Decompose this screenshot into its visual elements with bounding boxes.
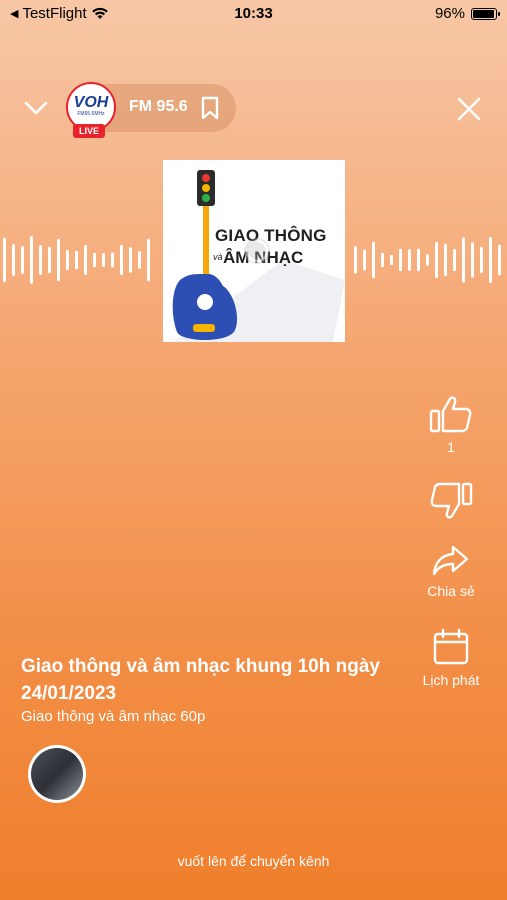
- schedule-label: Lịch phát: [422, 672, 480, 688]
- avatar-image: [31, 748, 83, 800]
- swipe-hint: vuốt lên để chuyển kênh: [177, 853, 330, 869]
- bookmark-icon[interactable]: [200, 96, 220, 120]
- waveform-bar: [48, 246, 51, 274]
- waveform-bar: [471, 242, 474, 278]
- waveform-bar: [102, 253, 105, 267]
- waveform-bar: [462, 237, 465, 283]
- calendar-icon: [433, 628, 469, 665]
- share-arrow-icon: [432, 545, 469, 576]
- battery-percent: 96%: [434, 5, 465, 22]
- thumbs-up-icon: [429, 396, 472, 433]
- clock: 10:33: [234, 5, 273, 22]
- like-count: 1: [447, 439, 455, 455]
- waveform-bar: [498, 244, 501, 276]
- logo-text: VOH: [73, 94, 109, 111]
- waveform-bar: [381, 252, 384, 268]
- live-badge: LIVE: [73, 124, 105, 138]
- host-avatar[interactable]: [28, 745, 86, 803]
- waveform-bar: [480, 246, 483, 274]
- waveform-bar: [66, 249, 69, 271]
- waveform-bar: [75, 250, 78, 270]
- waveform-bar: [21, 246, 24, 274]
- waveform-bar: [390, 254, 393, 266]
- waveform-bar: [363, 249, 366, 271]
- waveform-bar: [3, 237, 6, 283]
- waveform-bar: [426, 254, 429, 266]
- waveform-bar: [129, 247, 132, 273]
- waveform-bar: [372, 241, 375, 279]
- cover-title-connector: và: [213, 252, 223, 262]
- waveform-bar: [57, 238, 60, 282]
- battery-level: [473, 9, 495, 18]
- waveform-bar: [408, 249, 411, 271]
- program-title: Giao thông và âm nhạc khung 10h ngày 24/…: [21, 656, 380, 704]
- waveform-bar: [84, 244, 87, 276]
- like-button[interactable]: 1: [411, 395, 491, 455]
- loading-spinner-icon: [244, 238, 270, 264]
- close-icon[interactable]: [455, 95, 483, 123]
- battery-icon: [471, 7, 500, 20]
- chevron-down-icon[interactable]: [22, 96, 50, 120]
- thumbs-down-icon: [430, 482, 473, 519]
- waveform-bar: [39, 245, 42, 275]
- share-label: Chia sẻ: [427, 583, 475, 599]
- waveform-bar: [12, 243, 15, 277]
- share-button[interactable]: Chia sẻ: [411, 543, 491, 599]
- waveform-bar: [138, 250, 141, 270]
- frequency-label: FM 95.6: [129, 98, 188, 115]
- logo-subtext: FM95.6MHz: [77, 111, 105, 117]
- waveform-bar: [444, 243, 447, 277]
- schedule-button[interactable]: Lịch phát: [411, 628, 491, 688]
- waveform-bar: [417, 248, 420, 272]
- waveform-bar: [489, 236, 492, 284]
- waveform-bar: [399, 248, 402, 272]
- waveform-bar: [453, 248, 456, 272]
- waveform-bar: [120, 244, 123, 276]
- program-subtitle: Giao thông và âm nhạc 60p: [21, 708, 206, 725]
- waveform-bar: [30, 236, 33, 284]
- dislike-button[interactable]: [411, 480, 491, 520]
- waveform-bar: [111, 252, 114, 268]
- waveform-bar: [93, 252, 96, 268]
- program-cover-art[interactable]: GIAO THÔNG và ÂM NHẠC: [163, 160, 345, 342]
- waveform-bar: [147, 238, 150, 282]
- battery-status: 96%: [434, 5, 500, 22]
- status-bar: ◀ TestFlight 10:33 96%: [0, 0, 507, 28]
- waveform-bar: [354, 246, 357, 274]
- waveform-bar: [435, 241, 438, 279]
